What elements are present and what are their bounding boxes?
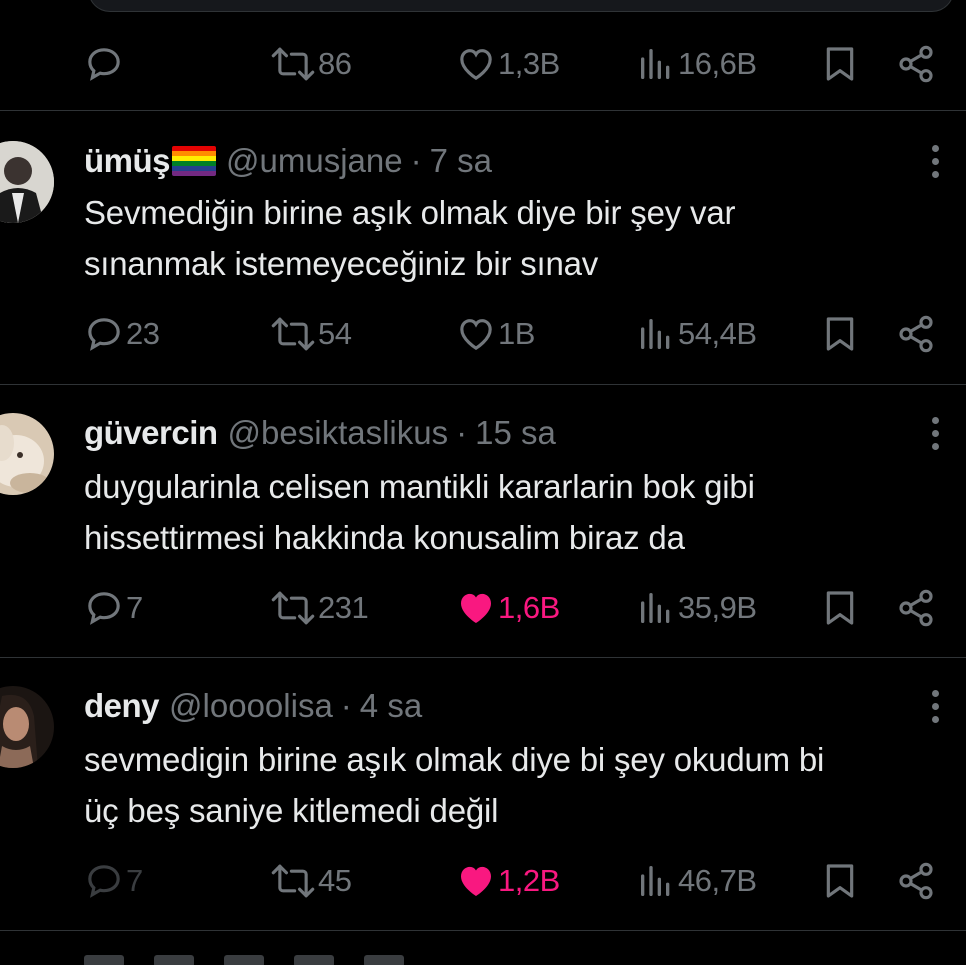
views-bars-icon <box>636 861 676 901</box>
post-text: sevmedigin birine aşık olmak diye bi şey… <box>84 734 954 836</box>
bookmark-button[interactable] <box>820 304 860 364</box>
bookmark-icon <box>820 861 860 901</box>
repost-button[interactable]: 54 <box>270 304 352 364</box>
post-header: güvercin @besiktaslikus · 15 sa <box>84 413 556 453</box>
share-icon <box>896 588 936 628</box>
post-text-line: üç beş saniye kitlemedi değil <box>84 792 499 829</box>
post-time[interactable]: 7 sa <box>430 142 492 180</box>
repost-arrows-icon <box>270 314 316 354</box>
display-name[interactable]: güvercin <box>84 414 218 452</box>
more-dots-icon[interactable] <box>920 686 950 726</box>
post-actions: 7 231 1,6B 35,9B <box>0 578 966 638</box>
reply-bubble-icon <box>84 44 124 84</box>
views-bars-icon <box>636 44 676 84</box>
share-icon <box>896 861 936 901</box>
separator-dot: · <box>410 142 422 179</box>
avatar[interactable] <box>0 686 54 768</box>
views-button[interactable]: 46,7B <box>636 851 757 911</box>
heart-icon <box>456 588 496 628</box>
post-text: Sevmediğin birine aşık olmak diye bir şe… <box>84 187 954 289</box>
post-header: deny @loooolisa · 4 sa <box>84 686 422 726</box>
share-icon <box>896 44 936 84</box>
rainbow-flag-icon <box>172 146 217 176</box>
views-button[interactable]: 54,4B <box>636 304 757 364</box>
share-button[interactable] <box>896 851 936 911</box>
post-text-line: duygularinla celisen mantikli kararlarin… <box>84 468 755 505</box>
reply-button[interactable]: 23 <box>84 304 160 364</box>
bookmark-icon <box>820 44 860 84</box>
post-actions: 7 45 1,2B 46,7B <box>0 851 966 911</box>
heart-icon <box>456 314 496 354</box>
bookmark-button[interactable] <box>820 578 860 638</box>
bookmark-icon <box>820 314 860 354</box>
views-bars-icon <box>636 588 676 628</box>
like-button[interactable]: 1B <box>456 304 535 364</box>
post-header: ümüş @umusjane · 7 sa <box>84 141 492 181</box>
separator-dot: · <box>340 687 352 724</box>
reply-button[interactable]: 7 <box>84 851 143 911</box>
share-button[interactable] <box>896 304 936 364</box>
post-text-line: sevmedigin birine aşık olmak diye bi şey… <box>84 741 825 778</box>
share-button[interactable] <box>896 578 936 638</box>
post-actions: 23 54 1B 54,4B <box>0 304 966 364</box>
like-button[interactable]: 1,2B <box>456 851 560 911</box>
bookmark-icon <box>820 588 860 628</box>
user-handle[interactable]: @umusjane <box>226 142 403 180</box>
user-handle[interactable]: @besiktaslikus <box>228 414 449 452</box>
bookmark-button[interactable] <box>820 851 860 911</box>
display-name[interactable]: deny <box>84 687 160 725</box>
repost-arrows-icon <box>270 588 316 628</box>
heart-icon <box>456 861 496 901</box>
repost-button[interactable]: 45 <box>270 851 352 911</box>
like-button[interactable]: 1,6B <box>456 578 560 638</box>
views-button[interactable]: 16,6B <box>636 34 757 94</box>
like-button[interactable]: 1,3B <box>456 34 560 94</box>
avatar[interactable] <box>0 141 54 223</box>
more-dots-icon[interactable] <box>920 141 950 181</box>
views-bars-icon <box>636 314 676 354</box>
repost-arrows-icon <box>270 44 316 84</box>
display-name[interactable]: ümüş <box>84 142 171 180</box>
post-text-line: sınanmak istemeyeceğiniz bir sınav <box>84 245 599 282</box>
reply-bubble-icon <box>84 314 124 354</box>
post-time[interactable]: 15 sa <box>475 414 556 452</box>
reply-bubble-icon <box>84 588 124 628</box>
divider <box>0 930 966 931</box>
views-button[interactable]: 35,9B <box>636 578 757 638</box>
post-text-line: Sevmediğin birine aşık olmak diye bir şe… <box>84 194 736 231</box>
user-handle[interactable]: @loooolisa <box>169 687 333 725</box>
share-icon <box>896 314 936 354</box>
post-actions: 86 1,3B 16,6B <box>0 34 966 94</box>
more-dots-icon[interactable] <box>920 413 950 453</box>
post-text: duygularinla celisen mantikli kararlarin… <box>84 461 954 563</box>
next-post-peek[interactable] <box>84 954 684 965</box>
separator-dot: · <box>456 414 468 451</box>
repost-button[interactable]: 86 <box>270 34 352 94</box>
reply-bubble-icon <box>84 861 124 901</box>
post-text-line: hissettirmesi hakkinda konusalim biraz d… <box>84 519 685 556</box>
reply-button[interactable] <box>84 34 126 94</box>
avatar[interactable] <box>0 413 54 495</box>
heart-icon <box>456 44 496 84</box>
reply-button[interactable]: 7 <box>84 578 143 638</box>
bookmark-button[interactable] <box>820 34 860 94</box>
repost-arrows-icon <box>270 861 316 901</box>
repost-button[interactable]: 231 <box>270 578 369 638</box>
quoted-card-bottom[interactable] <box>88 0 954 12</box>
post-time[interactable]: 4 sa <box>360 687 422 725</box>
share-button[interactable] <box>896 34 936 94</box>
